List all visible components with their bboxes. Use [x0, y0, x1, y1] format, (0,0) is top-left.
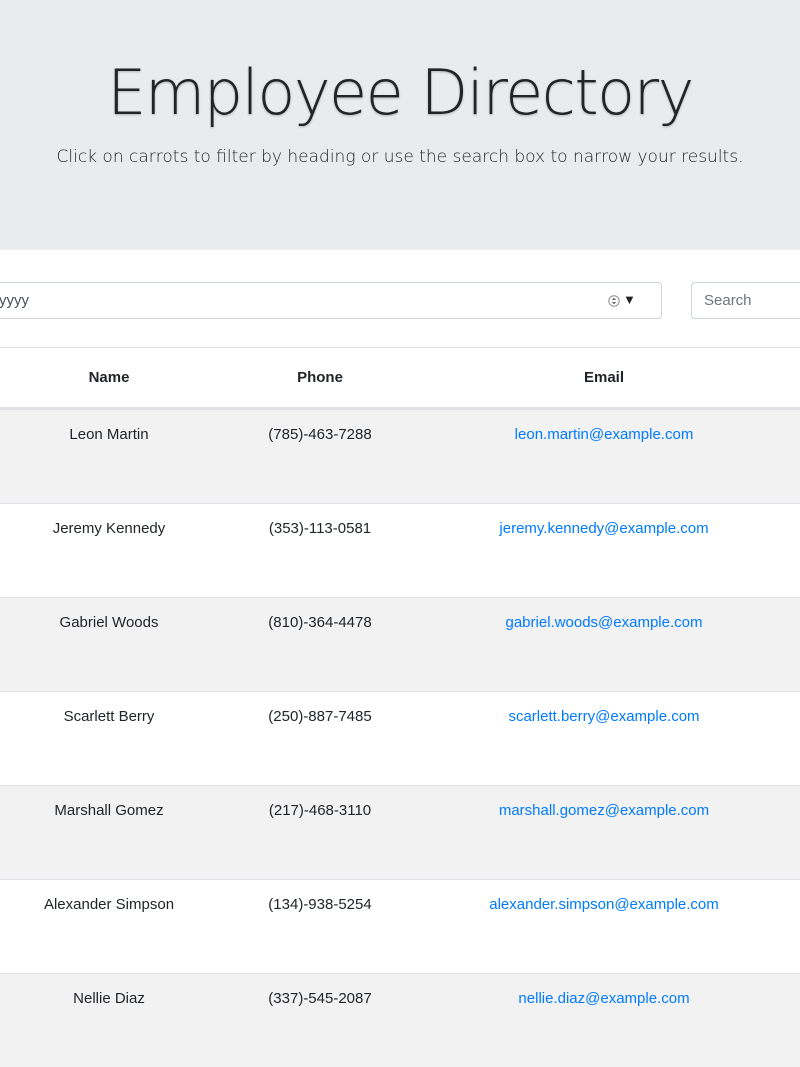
- spin-updown-icon[interactable]: [608, 292, 620, 310]
- table-row: Jeremy Kennedy (353)-113-0581 jeremy.ken…: [0, 503, 800, 597]
- page-header: Employee Directory Click on carrots to f…: [0, 0, 800, 250]
- employee-email-link[interactable]: gabriel.woods@example.com: [506, 614, 703, 631]
- date-filter-input[interactable]: yyyy ▼: [0, 282, 662, 319]
- table-row: Nellie Diaz (337)-545-2087 nellie.diaz@e…: [0, 973, 800, 1067]
- table-header: Name Phone Email: [0, 348, 800, 409]
- employee-name: Gabriel Woods: [59, 614, 159, 631]
- employee-name: Marshall Gomez: [54, 802, 164, 819]
- employee-name: Scarlett Berry: [63, 708, 155, 725]
- caret-down-icon[interactable]: ▼: [623, 292, 636, 307]
- table-row: Leon Martin (785)-463-7288 leon.martin@e…: [0, 409, 800, 503]
- employee-phone: (785)-463-7288: [268, 426, 372, 443]
- table-row: Gabriel Woods (810)-364-4478 gabriel.woo…: [0, 597, 800, 691]
- employee-phone: (134)-938-5254: [268, 896, 372, 913]
- employee-email-link[interactable]: scarlett.berry@example.com: [508, 708, 699, 725]
- column-header-phone[interactable]: Phone: [297, 369, 343, 386]
- employee-phone: (250)-887-7485: [268, 708, 372, 725]
- page-subtitle: Click on carrots to filter by heading or…: [56, 147, 744, 167]
- page-title: Employee Directory: [107, 56, 694, 129]
- date-filter-value: yyyy: [0, 292, 29, 309]
- employee-name: Jeremy Kennedy: [52, 520, 166, 537]
- employee-email-link[interactable]: alexander.simpson@example.com: [489, 896, 719, 913]
- column-header-email[interactable]: Email: [584, 369, 624, 386]
- employee-name: Alexander Simpson: [43, 896, 175, 913]
- table-row: Scarlett Berry (250)-887-7485 scarlett.b…: [0, 691, 800, 785]
- employee-phone: (810)-364-4478: [268, 614, 372, 631]
- employee-name: Leon Martin: [69, 426, 149, 443]
- table-row: Marshall Gomez (217)-468-3110 marshall.g…: [0, 785, 800, 879]
- employee-email-link[interactable]: leon.martin@example.com: [515, 426, 694, 443]
- column-header-name[interactable]: Name: [89, 369, 130, 386]
- employee-email-link[interactable]: jeremy.kennedy@example.com: [499, 520, 708, 537]
- employee-phone: (217)-468-3110: [268, 802, 372, 819]
- employee-email-link[interactable]: marshall.gomez@example.com: [499, 802, 709, 819]
- employee-phone: (337)-545-2087: [268, 990, 372, 1007]
- employee-email-link[interactable]: nellie.diaz@example.com: [518, 990, 689, 1007]
- table-row: Alexander Simpson (134)-938-5254 alexand…: [0, 879, 800, 973]
- search-input[interactable]: [691, 282, 800, 319]
- employee-phone: (353)-113-0581: [268, 520, 372, 537]
- employee-name: Nellie Diaz: [73, 990, 145, 1007]
